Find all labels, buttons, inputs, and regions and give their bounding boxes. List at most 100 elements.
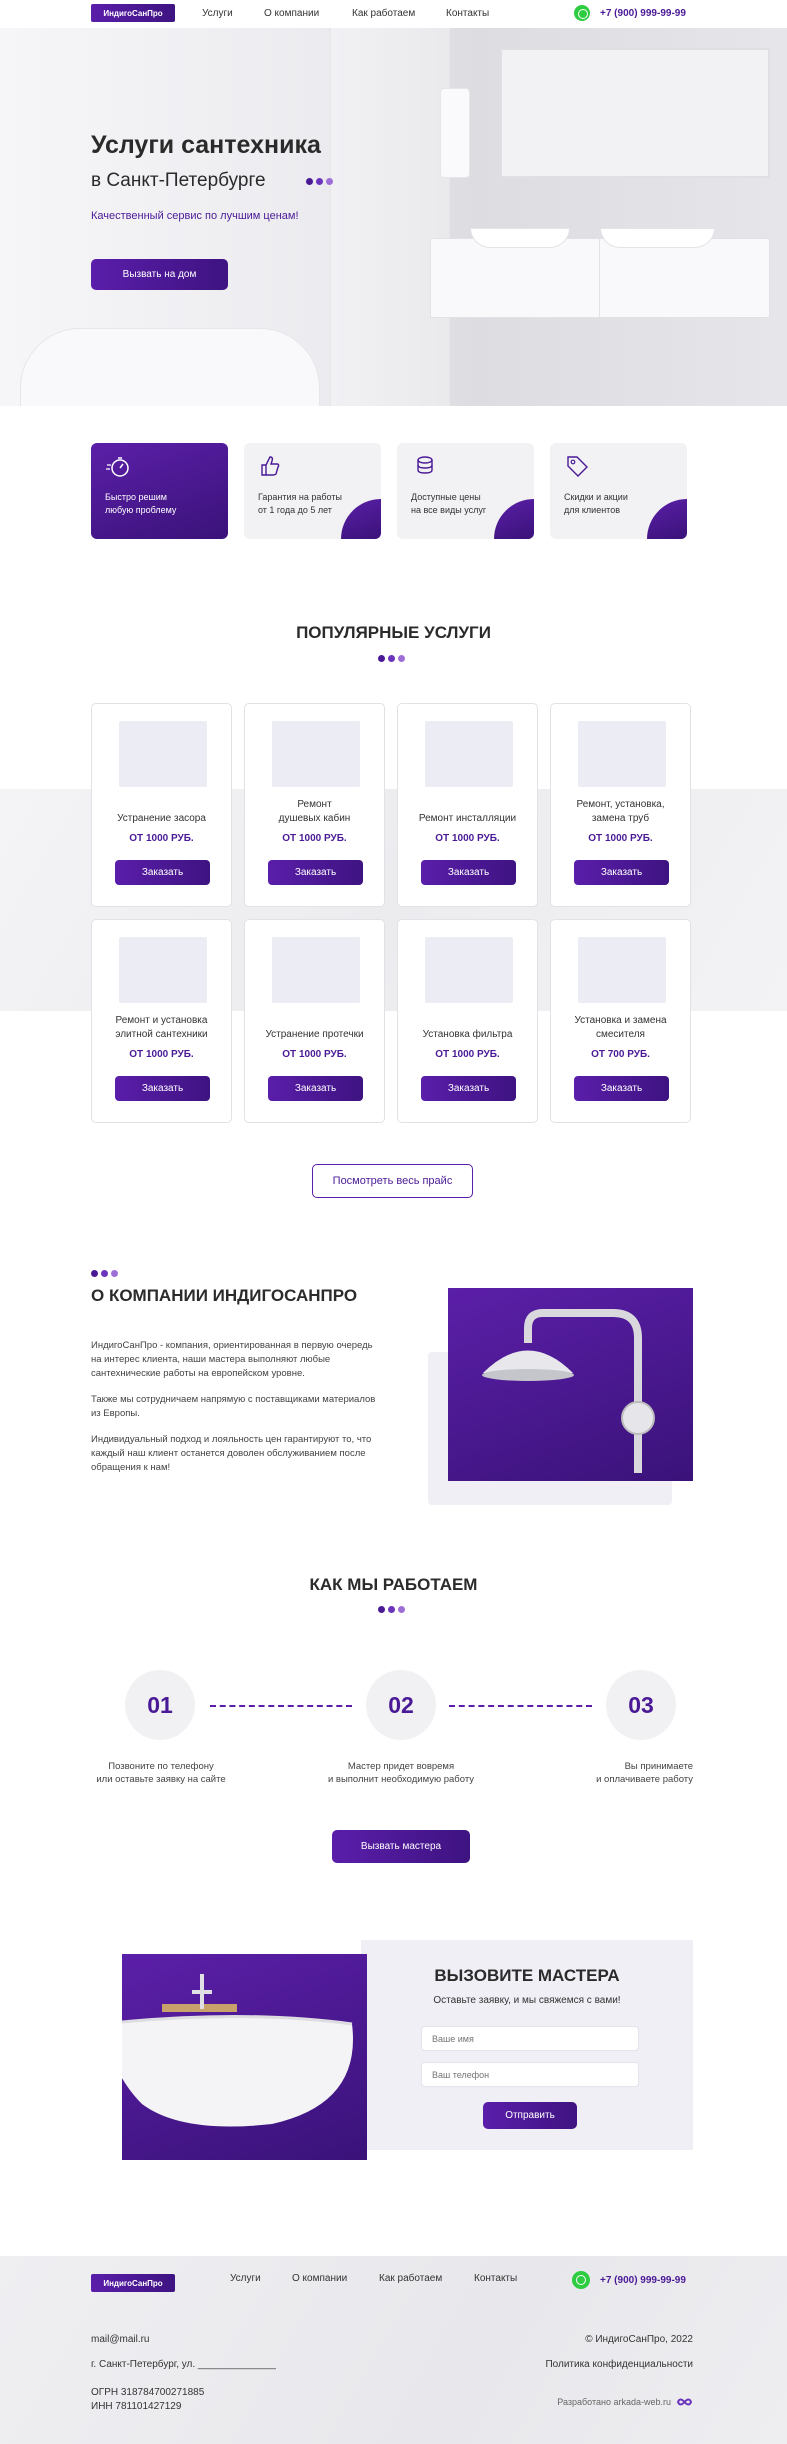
call-master-button[interactable]: Вызвать мастера (332, 1830, 470, 1863)
service-name: Установка и замена смесителя (574, 1015, 667, 1040)
whatsapp-icon[interactable] (572, 2271, 590, 2289)
service-name: Устранение засора (117, 813, 206, 824)
order-button[interactable]: Заказать (574, 860, 669, 885)
footer-address: г. Санкт-Петербург, ул. ______________ (91, 2359, 276, 2370)
step-text: Вы принимаете и оплачиваете работу (596, 1761, 693, 1785)
all-prices-button[interactable]: Посмотреть весь прайс (312, 1164, 473, 1198)
footer-phone[interactable]: +7 (900) 999-99-99 (600, 2275, 686, 2286)
service-name: Ремонт и установка элитной сантехники (115, 1015, 208, 1040)
nav-how-we-work[interactable]: Как работаем (352, 8, 415, 19)
step-text: Мастер придет вовремя и выполнит необход… (327, 1761, 475, 1785)
order-button[interactable]: Заказать (421, 860, 516, 885)
service-price: ОТ 1000 РУБ. (129, 833, 194, 844)
service-name: Устранение протечки (265, 1029, 364, 1040)
developer-credit[interactable]: Разработано arkada-web.ru (557, 2397, 671, 2407)
footer-inn: ИНН 781101427129 (91, 2401, 182, 2412)
decor-dots (91, 1270, 118, 1277)
footer-nav-about[interactable]: О компании (292, 2273, 347, 2284)
name-field[interactable] (421, 2026, 639, 2051)
mixer-image (578, 937, 666, 1003)
feature-text: Быстро решим любую проблему (105, 492, 177, 515)
service-name: Ремонт, установка, замена труб (576, 799, 665, 824)
footer-copyright: © ИндигоСанПро, 2022 (585, 2334, 693, 2345)
feature-card: Гарантия на работы от 1 года до 5 лет (244, 443, 381, 539)
sink-decor (470, 228, 570, 248)
service-name: Ремонт инсталляции (418, 813, 517, 824)
service-name: Ремонт душевых кабин (278, 799, 351, 824)
service-card: Ремонт инсталляции ОТ 1000 РУБ. Заказать (397, 703, 538, 907)
service-card: Ремонт душевых кабин ОТ 1000 РУБ. Заказать (244, 703, 385, 907)
site-header: ИндигоСанПро Услуги О компании Как работ… (0, 0, 787, 28)
nav-services[interactable]: Услуги (202, 8, 233, 19)
feature-card: Доступные цены на все виды услуг (397, 443, 534, 539)
hero-subtitle: в Санкт-Петербурге (91, 170, 266, 191)
step-connector (449, 1705, 592, 1707)
mirror-decor (500, 48, 770, 178)
step-connector (210, 1705, 352, 1707)
towel-decor (440, 88, 470, 178)
phone-field[interactable] (421, 2062, 639, 2087)
about-title: О КОМПАНИИ ИНДИГОСАНПРО (91, 1286, 358, 1305)
footer-nav-services[interactable]: Услуги (230, 2273, 261, 2284)
service-card: Ремонт и установка элитной сантехники ОТ … (91, 919, 232, 1123)
plunger-image (119, 721, 207, 787)
feature-card: Быстро решим любую проблему (91, 443, 228, 539)
pipes-image (578, 721, 666, 787)
step-number: 03 (606, 1670, 676, 1740)
order-button[interactable]: Заказать (268, 1076, 363, 1101)
order-button[interactable]: Заказать (574, 1076, 669, 1101)
about-paragraph: Индивидуальный подход и лояльность цен г… (91, 1434, 372, 1473)
service-name: Установка фильтра (422, 1029, 513, 1040)
shower-head-image (448, 1288, 693, 1481)
whatsapp-icon[interactable] (574, 5, 590, 21)
sink-decor (600, 228, 715, 248)
order-button[interactable]: Заказать (115, 860, 210, 885)
order-button[interactable]: Заказать (268, 860, 363, 885)
decor-dots (378, 655, 405, 662)
about-paragraph: ИндигоСанПро - компания, ориентированная… (91, 1340, 373, 1379)
header-phone[interactable]: +7 (900) 999-99-99 (600, 8, 686, 19)
valves-image (272, 937, 360, 1003)
decor-dots (378, 1606, 405, 1613)
hero-title: Услуги сантехника (91, 131, 321, 159)
call-home-button[interactable]: Вызвать на дом (91, 259, 228, 290)
bathtub-image (122, 1954, 367, 2160)
service-price: ОТ 1000 РУБ. (435, 833, 500, 844)
footer-email[interactable]: mail@mail.ru (91, 2334, 150, 2345)
decor-dots (306, 178, 333, 185)
bathtub-decor (20, 328, 320, 406)
nav-contacts[interactable]: Контакты (446, 8, 489, 19)
coins-icon (417, 456, 433, 474)
footer-logo[interactable]: ИндигоСанПро (91, 2274, 175, 2292)
service-price: ОТ 1000 РУБ. (129, 1049, 194, 1060)
how-title: КАК МЫ РАБОТАЕМ (309, 1575, 478, 1594)
services-title: ПОПУЛЯРНЫЕ УСЛУГИ (296, 623, 491, 642)
hero-tagline: Качественный сервис по лучшим ценам! (91, 210, 299, 222)
service-card: Установка фильтра ОТ 1000 РУБ. Заказать (397, 919, 538, 1123)
order-button[interactable]: Заказать (115, 1076, 210, 1101)
about-paragraph: Также мы сотрудничаем напрямую с поставщ… (91, 1394, 376, 1419)
submit-button[interactable]: Отправить (483, 2102, 577, 2129)
footer-nav-contacts[interactable]: Контакты (474, 2273, 517, 2284)
logo[interactable]: ИндигоСанПро (91, 4, 175, 22)
step-text: Позвоните по телефону или оставьте заявк… (96, 1761, 226, 1785)
toilet-image (425, 721, 513, 787)
service-price: ОТ 700 РУБ. (591, 1049, 650, 1060)
service-card: Ремонт, установка, замена труб ОТ 1000 РУ… (550, 703, 691, 907)
privacy-link[interactable]: Политика конфиденциальности (545, 2359, 693, 2370)
sink-bowl-image (119, 937, 207, 1003)
thumbs-up-icon (261, 456, 280, 476)
footer-ogrn: ОГРН 318784700271885 (91, 2387, 205, 2398)
footer-nav-how-we-work[interactable]: Как работаем (379, 2273, 442, 2284)
water-filter-image (425, 937, 513, 1003)
service-card: Устранение протечки ОТ 1000 РУБ. Заказать (244, 919, 385, 1123)
stopwatch-icon (106, 457, 129, 477)
order-button[interactable]: Заказать (421, 1076, 516, 1101)
service-price: ОТ 1000 РУБ. (588, 833, 653, 844)
callback-title: ВЫЗОВИТЕ МАСТЕРА (434, 1966, 620, 1985)
site-footer: ИндигоСанПро Услуги О компании Как работ… (0, 2256, 787, 2444)
step-number: 02 (366, 1670, 436, 1740)
service-price: ОТ 1000 РУБ. (282, 1049, 347, 1060)
feature-card: Скидки и акции для клиентов (550, 443, 687, 539)
nav-about[interactable]: О компании (264, 8, 319, 19)
